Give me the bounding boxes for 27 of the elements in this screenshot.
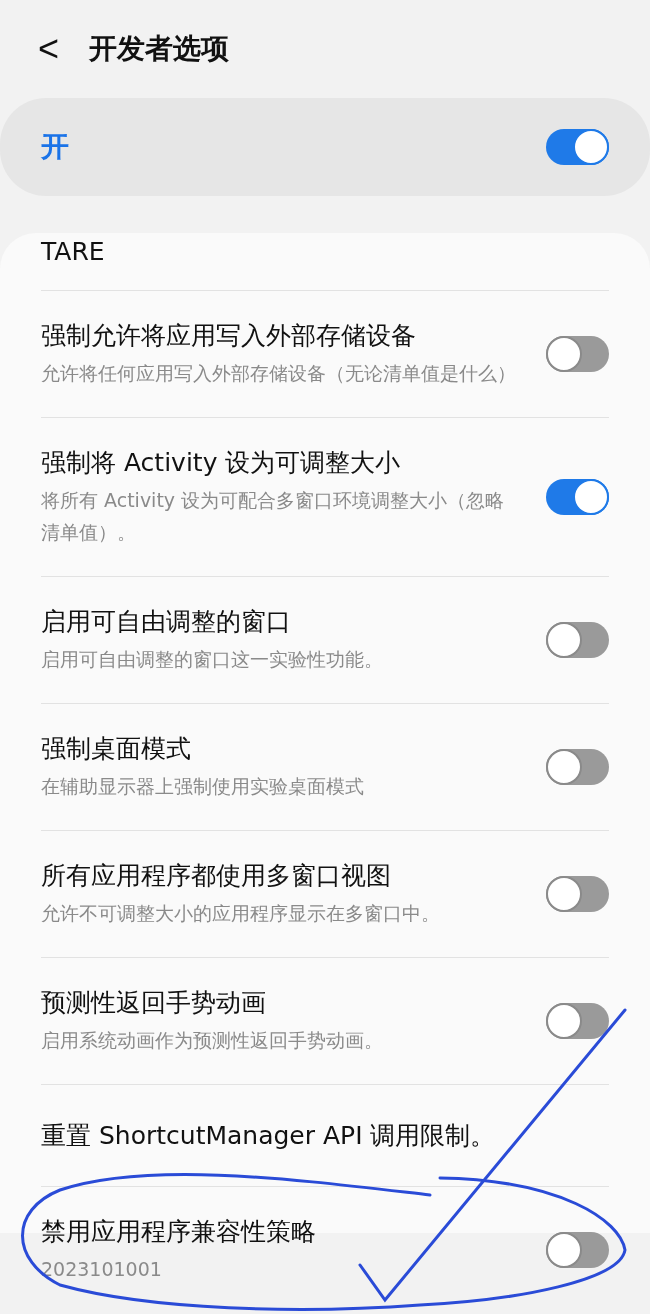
toggle-switch[interactable] — [546, 1232, 609, 1268]
setting-title[interactable]: 强制将 Activity 设为可调整大小 — [41, 446, 516, 480]
page-title: 开发者选项 — [89, 31, 230, 67]
setting-title[interactable]: 启用可自由调整的窗口 — [41, 605, 383, 639]
toggle-switch[interactable] — [546, 622, 609, 658]
setting-title[interactable]: 强制允许将应用写入外部存储设备 — [41, 319, 516, 353]
setting-summary: 启用系统动画作为预测性返回手势动画。 — [41, 1028, 383, 1053]
setting-summary: 在辅助显示器上强制使用实验桌面模式 — [41, 774, 364, 799]
toggle-switch[interactable] — [546, 129, 609, 165]
toggle-switch[interactable] — [546, 336, 609, 372]
setting-summary: 启用可自由调整的窗口这一实验性功能。 — [41, 647, 383, 672]
toggle-switch[interactable] — [546, 479, 609, 515]
setting-title[interactable]: TARE — [41, 233, 105, 271]
back-button[interactable]: < — [38, 31, 60, 67]
setting-summary: 允许将任何应用写入外部存储设备（无论清单值是什么） — [41, 361, 516, 386]
toggle-switch[interactable] — [546, 876, 609, 912]
toggle-switch[interactable] — [546, 1003, 609, 1039]
setting-title[interactable]: 预测性返回手势动画 — [41, 986, 383, 1020]
setting-summary: 2023101001 — [41, 1257, 163, 1282]
master-switch-label: 开 — [41, 129, 69, 165]
setting-title[interactable]: 重置 ShortcutManager API 调用限制。 — [41, 1116, 496, 1155]
setting-summary: 允许不可调整大小的应用程序显示在多窗口中。 — [41, 901, 440, 926]
setting-title[interactable]: 禁用应用程序兼容性策略 — [41, 1215, 316, 1249]
setting-summary: 将所有 Activity 设为可配合多窗口环境调整大小（忽略清单值）。 — [41, 488, 506, 545]
setting-title[interactable]: 强制桌面模式 — [41, 732, 364, 766]
setting-title[interactable]: 所有应用程序都使用多窗口视图 — [41, 859, 440, 893]
toggle-switch[interactable] — [546, 749, 609, 785]
